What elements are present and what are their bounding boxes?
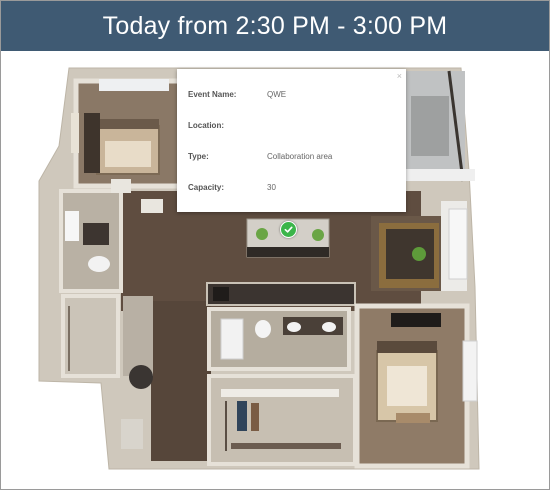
type-row: Type: Collaboration area	[188, 152, 398, 166]
time-title: Today from 2:30 PM - 3:00 PM	[102, 11, 448, 40]
type-value: Collaboration area	[267, 152, 333, 161]
event-name-value: QWE	[267, 90, 287, 99]
location-label: Location:	[188, 121, 224, 130]
capacity-row: Capacity: 30	[188, 183, 398, 197]
location-row: Location:	[188, 121, 398, 135]
event-name-row: Event Name: QWE	[188, 90, 398, 104]
capacity-label: Capacity:	[188, 183, 225, 192]
event-info-popup: × Event Name: QWE Location: Type: Collab…	[177, 69, 406, 212]
location-marker-check-icon[interactable]	[280, 221, 297, 238]
time-header: Today from 2:30 PM - 3:00 PM	[1, 1, 549, 51]
app-frame: Today from 2:30 PM - 3:00 PM × Event Nam…	[0, 0, 550, 490]
type-label: Type:	[188, 152, 209, 161]
close-icon[interactable]: ×	[397, 71, 402, 81]
event-name-label: Event Name:	[188, 90, 237, 99]
capacity-value: 30	[267, 183, 276, 192]
